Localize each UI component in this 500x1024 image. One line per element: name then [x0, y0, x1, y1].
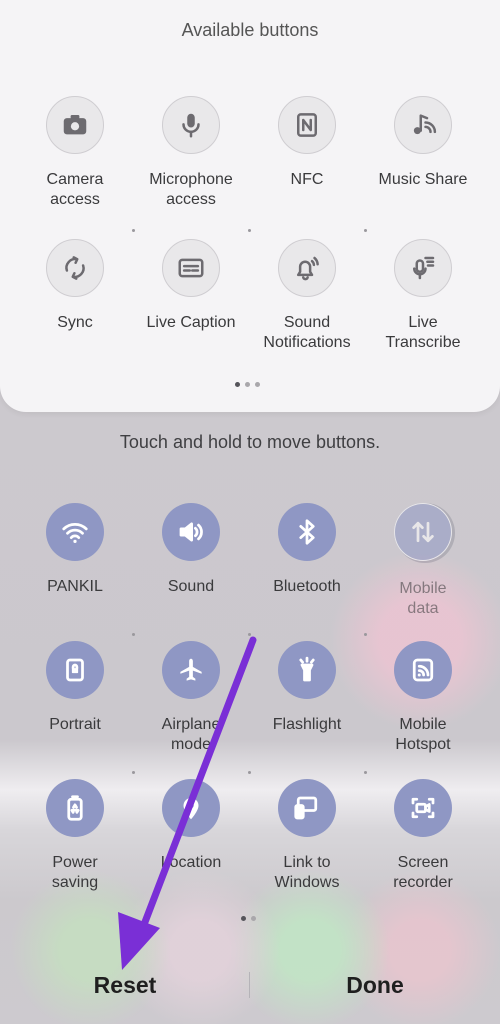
camera-icon — [63, 115, 87, 135]
music-share-button[interactable]: Music Share — [365, 96, 481, 190]
wifi-button[interactable]: PANKIL — [17, 503, 133, 597]
grid-separator — [364, 771, 367, 774]
microphone-access-button[interactable]: Microphone access — [133, 96, 249, 210]
tile-label: Sound Notifications — [263, 314, 351, 351]
tile-label: Link to Windows — [274, 854, 340, 891]
portrait-icon — [66, 658, 84, 682]
screen-recorder-icon — [411, 797, 435, 819]
wifi-icon — [62, 522, 88, 543]
location-icon — [183, 798, 199, 820]
tile-label: Live Transcribe — [385, 314, 461, 351]
page-dot — [251, 916, 256, 921]
portrait-button[interactable]: Portrait — [17, 641, 133, 735]
sync-button[interactable]: Sync — [17, 239, 133, 333]
microphone-icon — [182, 113, 200, 138]
tile-label: Sync — [57, 314, 93, 331]
live-transcribe-icon — [413, 256, 435, 280]
page-dot — [245, 382, 250, 387]
bluetooth-button[interactable]: Bluetooth — [249, 503, 365, 597]
drag-hint: Touch and hold to move buttons. — [119, 432, 381, 452]
live-caption-icon — [178, 258, 204, 278]
sound-icon — [179, 522, 203, 542]
nfc-button[interactable]: NFC — [249, 96, 365, 190]
tile-label: Location — [160, 854, 222, 871]
tile-label: Live Caption — [146, 314, 236, 331]
page-indicator — [235, 382, 260, 387]
camera-access-button[interactable]: Camera access — [17, 96, 133, 210]
music-share-icon — [413, 114, 437, 135]
grid-separator — [364, 633, 367, 636]
tile-label: Mobile data — [399, 580, 447, 617]
tile-label: Power saving — [51, 854, 99, 891]
grid-separator — [132, 771, 135, 774]
sound-notifications-button[interactable]: Sound Notifications — [249, 239, 365, 353]
page-dot-active — [235, 382, 240, 387]
mobile-data-button[interactable]: Mobile data — [365, 503, 481, 619]
page-dot-active — [241, 916, 246, 921]
tile-label: Sound — [167, 578, 215, 595]
available-buttons-panel: Available buttons Camera access Micropho… — [0, 0, 500, 412]
tile-label: Mobile Hotspot — [395, 716, 451, 753]
link-to-windows-button[interactable]: Link to Windows — [249, 779, 365, 893]
grid-separator — [364, 229, 367, 232]
mobile-hotspot-button[interactable]: Mobile Hotspot — [365, 641, 481, 755]
tile-label: Portrait — [49, 716, 101, 733]
tile-label: Airplane mode — [161, 716, 221, 753]
tile-label: Music Share — [378, 171, 468, 188]
airplane-icon — [180, 658, 202, 681]
grid-separator — [248, 771, 251, 774]
flashlight-button[interactable]: Flashlight — [249, 641, 365, 735]
sync-icon — [65, 256, 85, 280]
mobile-hotspot-icon — [412, 658, 434, 682]
tile-label: PANKIL — [47, 578, 103, 595]
power-saving-button[interactable]: Power saving — [17, 779, 133, 893]
done-button[interactable]: Done — [250, 960, 500, 1010]
tile-label: Microphone access — [149, 171, 233, 208]
sound-button[interactable]: Sound — [133, 503, 249, 597]
tile-label: Flashlight — [272, 716, 342, 733]
location-button[interactable]: Location — [133, 779, 249, 873]
footer-bar: Reset Done — [0, 960, 500, 1010]
page-dot — [255, 382, 260, 387]
reset-button[interactable]: Reset — [0, 960, 250, 1010]
flashlight-icon — [299, 656, 315, 682]
page-indicator — [241, 916, 256, 921]
screen-recorder-button[interactable]: Screen recorder — [365, 779, 481, 893]
grid-separator — [132, 633, 135, 636]
live-transcribe-button[interactable]: Live Transcribe — [365, 239, 481, 353]
bluetooth-icon — [299, 519, 315, 545]
tile-label: Bluetooth — [273, 578, 341, 595]
sound-notifications-icon — [297, 256, 319, 281]
airplane-mode-button[interactable]: Airplane mode — [133, 641, 249, 755]
tile-label: NFC — [290, 171, 324, 188]
nfc-icon — [297, 113, 317, 137]
power-saving-icon — [67, 795, 83, 821]
grid-separator — [248, 229, 251, 232]
grid-separator — [248, 633, 251, 636]
tile-label: Camera access — [46, 171, 104, 208]
live-caption-button[interactable]: Live Caption — [133, 239, 249, 333]
link-to-windows-icon — [294, 796, 318, 820]
mobile-data-icon — [412, 521, 434, 543]
grid-separator — [132, 229, 135, 232]
tile-label: Screen recorder — [393, 854, 453, 891]
panel-title: Available buttons — [181, 20, 319, 40]
